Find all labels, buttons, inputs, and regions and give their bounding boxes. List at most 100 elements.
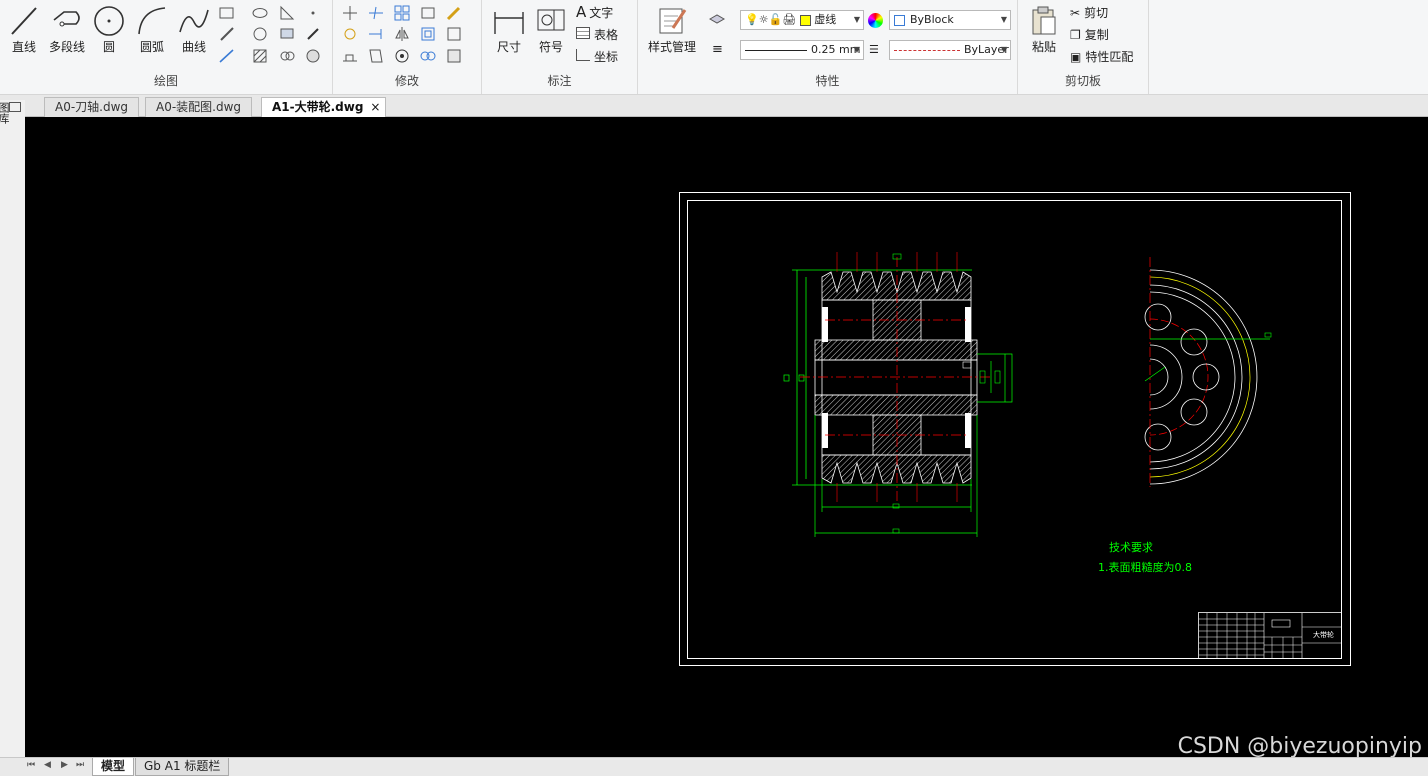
linetype-icon[interactable]: ☰	[869, 43, 879, 56]
xline-icon[interactable]	[218, 25, 236, 43]
trim-icon[interactable]	[367, 4, 385, 22]
move-icon[interactable]	[341, 4, 359, 22]
lineweight-select[interactable]: 0.25 mm ▼	[740, 40, 864, 60]
symbol-icon	[537, 9, 565, 31]
rectangle-icon[interactable]	[218, 4, 236, 22]
copy-icon: ❐	[1070, 28, 1081, 42]
match-properties-button[interactable]: ▣ 特性匹配	[1070, 48, 1133, 65]
color-select[interactable]: ByBlock ▼	[889, 10, 1011, 30]
linetype-select[interactable]: ByLayer ▼	[889, 40, 1011, 60]
tab-layout[interactable]: Gb A1 标题栏	[135, 758, 230, 776]
color-wheel-icon[interactable]	[868, 13, 883, 28]
fillet-icon[interactable]	[393, 47, 411, 65]
annotate-panel: 尺寸 符号 A 文字 表格 坐标 标注	[482, 0, 638, 94]
last-layout-icon[interactable]: ⏭	[76, 760, 84, 770]
explode-icon[interactable]	[419, 47, 437, 65]
line-icon	[11, 7, 37, 35]
boundary-icon[interactable]	[304, 47, 322, 65]
array-icon[interactable]	[393, 4, 411, 22]
layer-state-icons: 💡☼🔓🖨	[745, 13, 797, 26]
style-manager-button[interactable]: 样式管理	[644, 4, 700, 55]
text-button[interactable]: A 文字	[576, 3, 613, 21]
coordinate-button[interactable]: 坐标	[576, 48, 618, 65]
arc-button[interactable]: 圆弧	[134, 4, 170, 55]
point-icon[interactable]	[304, 4, 322, 22]
document-tab-bar: A0-刀轴.dwg A0-装配图.dwg A1-大带轮.dwg ×	[0, 95, 1428, 117]
table-button[interactable]: 表格	[576, 26, 618, 43]
layout-tab-bar: ⏮ ◀ ▶ ⏭ 模型 Gb A1 标题栏	[0, 757, 1428, 776]
text-icon: A	[576, 3, 587, 21]
document-tab-active[interactable]: A1-大带轮.dwg ×	[261, 97, 387, 117]
stretch-icon[interactable]	[341, 47, 359, 65]
copy-button[interactable]: ❐ 复制	[1070, 26, 1109, 43]
table-icon	[576, 27, 590, 39]
polyline-icon	[53, 11, 80, 27]
rotate-icon[interactable]	[341, 25, 359, 43]
break-icon[interactable]	[367, 47, 385, 65]
next-layout-icon[interactable]: ▶	[61, 760, 68, 770]
library-label: 图库	[0, 102, 10, 124]
linetype-sample	[894, 49, 960, 51]
sheet-outer-border	[679, 192, 1351, 666]
coordinate-label: 坐标	[594, 50, 619, 64]
polyline-label: 多段线	[48, 40, 85, 54]
style-manager-icon	[659, 8, 687, 34]
ribbon: 直线 多段线 圆 圆弧 曲线 绘图 修改 尺寸 符号 A 文字 表格 坐标 标注…	[0, 0, 1428, 95]
tech-requirements-note: 1.表面粗糙度为0.8	[1098, 560, 1192, 574]
dimension-button[interactable]: 尺寸	[490, 4, 528, 55]
chevron-down-icon: ▼	[1000, 15, 1007, 24]
tab-layout-label: Gb A1 标题栏	[144, 759, 221, 773]
circle-button[interactable]: 圆	[92, 4, 126, 55]
mirror-icon[interactable]	[393, 25, 411, 43]
offset-icon[interactable]	[419, 25, 437, 43]
properties-panel: 样式管理 💡☼🔓🖨 虚线 ▼ ByBlock ▼ ≡ 0.25 mm ▼ ☰ B…	[638, 0, 1018, 94]
erase-icon[interactable]	[445, 47, 463, 65]
wipeout-icon[interactable]	[278, 25, 296, 43]
hatch-icon[interactable]	[251, 47, 269, 65]
draw-panel-title: 绘图	[153, 74, 178, 88]
cut-button[interactable]: ✂ 剪切	[1070, 4, 1108, 21]
lineweight-icon[interactable]: ≡	[712, 42, 723, 57]
tab-model[interactable]: 模型	[92, 758, 135, 776]
prev-layout-icon[interactable]: ◀	[44, 760, 51, 770]
close-icon[interactable]: ×	[370, 98, 380, 117]
curve-icon	[179, 9, 209, 33]
ray-icon[interactable]	[218, 47, 236, 65]
tab-model-label: 模型	[101, 759, 126, 773]
extend-icon[interactable]	[367, 25, 385, 43]
paste-button[interactable]: 粘贴	[1026, 4, 1062, 55]
copy-object-icon[interactable]	[419, 4, 437, 22]
donut-icon[interactable]	[251, 25, 269, 43]
library-icon	[9, 102, 21, 112]
document-tab[interactable]: A0-装配图.dwg	[145, 97, 253, 117]
drawing-canvas[interactable]: 技术要求 1.表面粗糙度为0.8 大带轮	[25, 117, 1428, 758]
spline-icon[interactable]	[304, 25, 322, 43]
curve-button[interactable]: 曲线	[176, 4, 212, 55]
drawing-sheet: 技术要求 1.表面粗糙度为0.8 大带轮	[679, 192, 1351, 666]
chevron-down-icon: ▼	[1000, 45, 1007, 54]
ellipse-icon[interactable]	[251, 4, 269, 22]
clipboard-panel-title: 剪切板	[1064, 74, 1101, 88]
layer-select[interactable]: 💡☼🔓🖨 虚线 ▼	[740, 10, 864, 30]
library-panel-tab[interactable]: 图库	[0, 102, 21, 124]
tech-requirements-title: 技术要求	[1109, 541, 1153, 554]
left-side-bar: 图库	[0, 100, 25, 760]
scissors-icon: ✂	[1070, 6, 1081, 20]
document-tab[interactable]: A0-刀轴.dwg	[44, 97, 140, 117]
annotate-panel-title: 标注	[547, 74, 572, 88]
edit-icon[interactable]	[445, 4, 463, 22]
symbol-button[interactable]: 符号	[532, 4, 570, 55]
symbol-label: 符号	[538, 40, 563, 54]
dimension-label: 尺寸	[496, 40, 521, 54]
chevron-down-icon: ▼	[853, 45, 860, 54]
polyline-button[interactable]: 多段线	[44, 4, 90, 55]
scale-icon[interactable]	[445, 25, 463, 43]
layer-manager-icon[interactable]	[708, 11, 726, 29]
line-button[interactable]: 直线	[6, 4, 42, 55]
layer-name: 虚线	[814, 13, 837, 26]
construction-line-icon[interactable]	[278, 4, 296, 22]
region-icon[interactable]	[278, 47, 296, 65]
arc-icon	[138, 7, 166, 35]
first-layout-icon[interactable]: ⏮	[27, 760, 35, 770]
lineweight-sample	[745, 49, 807, 51]
